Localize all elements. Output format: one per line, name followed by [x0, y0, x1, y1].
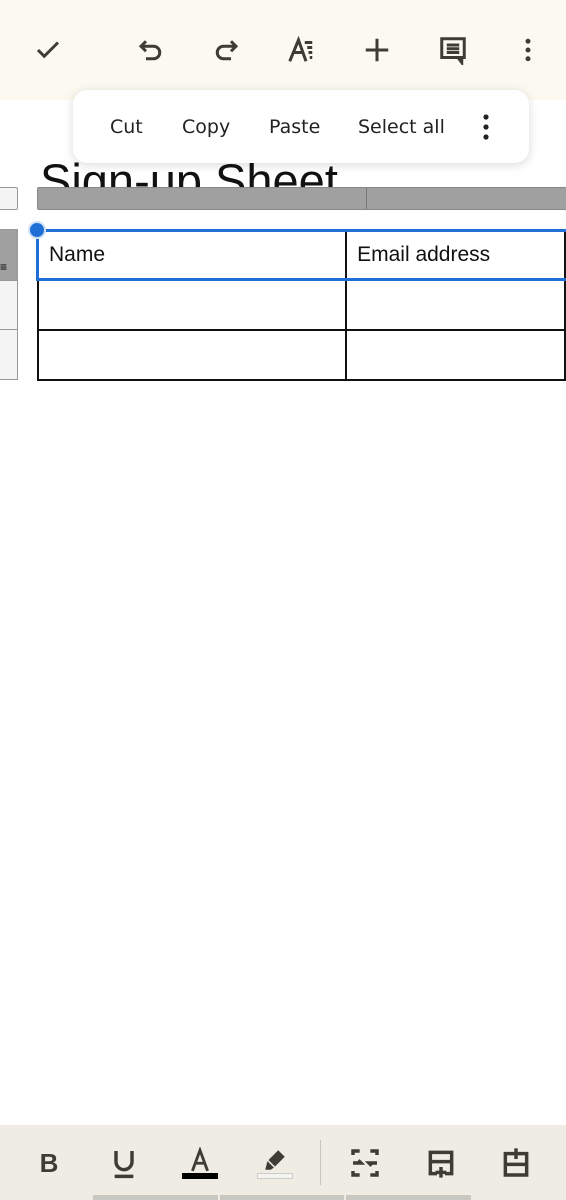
select-all-menu-item[interactable]: Select all	[358, 116, 445, 138]
table-row	[36, 279, 566, 331]
row-selection	[36, 229, 566, 281]
cut-menu-item[interactable]: Cut	[110, 116, 143, 138]
underline-icon[interactable]	[102, 1143, 146, 1183]
table-select-corner[interactable]	[0, 187, 18, 210]
table-row	[36, 329, 566, 381]
selection-handle[interactable]	[28, 221, 46, 239]
insert-row-above-icon[interactable]	[494, 1143, 538, 1183]
redo-icon[interactable]	[204, 28, 248, 72]
context-menu: Cut Copy Paste Select all	[73, 90, 529, 163]
format-toolbar: B	[0, 1125, 566, 1200]
comment-icon[interactable]	[431, 28, 475, 72]
check-icon[interactable]	[26, 28, 70, 72]
copy-menu-item[interactable]: Copy	[182, 116, 230, 138]
table-cell[interactable]	[36, 329, 348, 381]
more-vert-icon[interactable]	[506, 28, 550, 72]
text-color-icon[interactable]	[178, 1143, 222, 1183]
table-cell[interactable]	[345, 279, 566, 331]
row-handle[interactable]	[0, 329, 18, 380]
more-vert-icon[interactable]	[477, 112, 495, 142]
row-handle[interactable]: ≡	[0, 229, 18, 281]
insert-row-below-icon[interactable]	[419, 1143, 463, 1183]
scroll-indicator	[93, 1195, 218, 1200]
highlight-icon[interactable]	[253, 1143, 297, 1183]
row-handle[interactable]	[0, 280, 18, 330]
bold-icon[interactable]: B	[27, 1143, 71, 1183]
scroll-indicator	[220, 1195, 344, 1200]
column-header-bar[interactable]	[37, 187, 566, 210]
table-cell[interactable]	[345, 329, 566, 381]
paste-menu-item[interactable]: Paste	[269, 116, 320, 138]
top-toolbar	[0, 0, 566, 100]
insert-icon[interactable]	[355, 28, 399, 72]
merge-cells-icon[interactable]	[343, 1143, 387, 1183]
toolbar-divider	[320, 1140, 321, 1185]
table-cell[interactable]	[36, 279, 348, 331]
undo-icon[interactable]	[129, 28, 173, 72]
scroll-indicator	[346, 1195, 471, 1200]
text-format-icon[interactable]	[279, 28, 323, 72]
